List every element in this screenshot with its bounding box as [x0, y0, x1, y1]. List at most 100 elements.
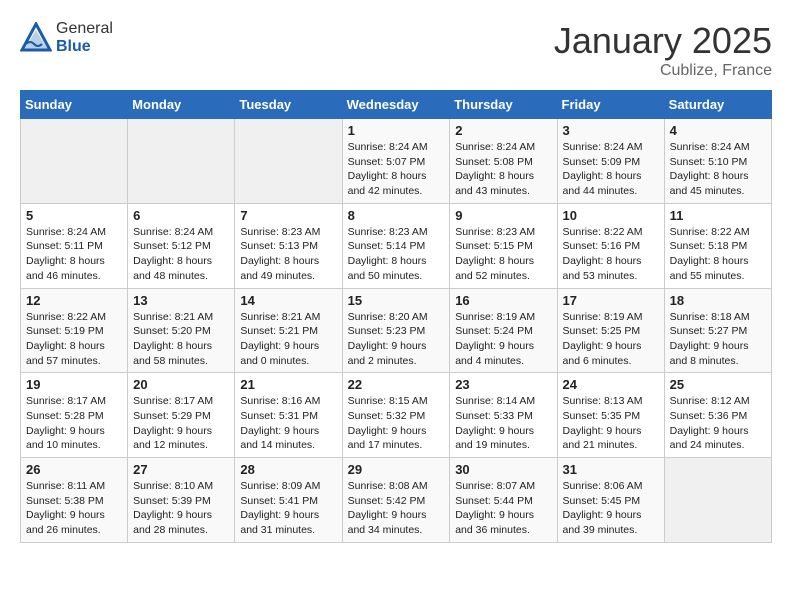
weekday-header-thursday: Thursday: [450, 91, 557, 119]
day-info: Sunrise: 8:07 AM Sunset: 5:44 PM Dayligh…: [455, 479, 551, 538]
day-number: 27: [133, 462, 229, 477]
day-number: 21: [240, 377, 336, 392]
day-info: Sunrise: 8:23 AM Sunset: 5:15 PM Dayligh…: [455, 225, 551, 284]
calendar-cell: [235, 119, 342, 204]
day-number: 31: [563, 462, 659, 477]
day-info: Sunrise: 8:14 AM Sunset: 5:33 PM Dayligh…: [455, 394, 551, 453]
day-number: 29: [348, 462, 445, 477]
calendar-header-row: SundayMondayTuesdayWednesdayThursdayFrid…: [21, 91, 772, 119]
day-number: 1: [348, 123, 445, 138]
calendar-cell: 28 Sunrise: 8:09 AM Sunset: 5:41 PM Dayli…: [235, 458, 342, 543]
day-number: 4: [670, 123, 766, 138]
day-number: 17: [563, 293, 659, 308]
day-info: Sunrise: 8:23 AM Sunset: 5:13 PM Dayligh…: [240, 225, 336, 284]
day-number: 7: [240, 208, 336, 223]
day-info: Sunrise: 8:18 AM Sunset: 5:27 PM Dayligh…: [670, 310, 766, 369]
day-number: 18: [670, 293, 766, 308]
day-info: Sunrise: 8:19 AM Sunset: 5:25 PM Dayligh…: [563, 310, 659, 369]
calendar-cell: 17 Sunrise: 8:19 AM Sunset: 5:25 PM Dayli…: [557, 288, 664, 373]
calendar-cell: 27 Sunrise: 8:10 AM Sunset: 5:39 PM Dayli…: [128, 458, 235, 543]
weekday-header-sunday: Sunday: [21, 91, 128, 119]
weekday-header-saturday: Saturday: [664, 91, 771, 119]
day-info: Sunrise: 8:23 AM Sunset: 5:14 PM Dayligh…: [348, 225, 445, 284]
month-title: January 2025: [554, 20, 772, 62]
calendar-cell: 19 Sunrise: 8:17 AM Sunset: 5:28 PM Dayli…: [21, 373, 128, 458]
day-info: Sunrise: 8:24 AM Sunset: 5:12 PM Dayligh…: [133, 225, 229, 284]
calendar-cell: 7 Sunrise: 8:23 AM Sunset: 5:13 PM Daylig…: [235, 203, 342, 288]
calendar-cell: 3 Sunrise: 8:24 AM Sunset: 5:09 PM Daylig…: [557, 119, 664, 204]
day-number: 13: [133, 293, 229, 308]
calendar-cell: 16 Sunrise: 8:19 AM Sunset: 5:24 PM Dayli…: [450, 288, 557, 373]
calendar-cell: 13 Sunrise: 8:21 AM Sunset: 5:20 PM Dayli…: [128, 288, 235, 373]
day-info: Sunrise: 8:16 AM Sunset: 5:31 PM Dayligh…: [240, 394, 336, 453]
calendar-cell: 25 Sunrise: 8:12 AM Sunset: 5:36 PM Dayli…: [664, 373, 771, 458]
calendar-cell: 20Sunrise: 8:17 AM Sunset: 5:29 PM Dayli…: [128, 373, 235, 458]
page-header: General Blue January 2025 Cublize, Franc…: [20, 20, 772, 80]
day-number: 10: [563, 208, 659, 223]
day-number: 8: [348, 208, 445, 223]
day-info: Sunrise: 8:24 AM Sunset: 5:08 PM Dayligh…: [455, 140, 551, 199]
calendar-week-2: 5 Sunrise: 8:24 AM Sunset: 5:11 PM Daylig…: [21, 203, 772, 288]
weekday-header-tuesday: Tuesday: [235, 91, 342, 119]
day-info: Sunrise: 8:21 AM Sunset: 5:20 PM Dayligh…: [133, 310, 229, 369]
logo: General Blue: [20, 20, 113, 56]
day-info: Sunrise: 8:12 AM Sunset: 5:36 PM Dayligh…: [670, 394, 766, 453]
day-info: Sunrise: 8:19 AM Sunset: 5:24 PM Dayligh…: [455, 310, 551, 369]
day-info: Sunrise: 8:24 AM Sunset: 5:07 PM Dayligh…: [348, 140, 445, 199]
day-number: 26: [26, 462, 122, 477]
logo-blue-text: Blue: [56, 38, 91, 55]
calendar-week-3: 12 Sunrise: 8:22 AM Sunset: 5:19 PM Dayli…: [21, 288, 772, 373]
calendar-cell: 2 Sunrise: 8:24 AM Sunset: 5:08 PM Daylig…: [450, 119, 557, 204]
calendar-cell: 26Sunrise: 8:11 AM Sunset: 5:38 PM Dayli…: [21, 458, 128, 543]
day-number: 30: [455, 462, 551, 477]
calendar-week-4: 19 Sunrise: 8:17 AM Sunset: 5:28 PM Dayli…: [21, 373, 772, 458]
day-info: Sunrise: 8:13 AM Sunset: 5:35 PM Dayligh…: [563, 394, 659, 453]
day-number: 6: [133, 208, 229, 223]
day-number: 2: [455, 123, 551, 138]
day-number: 5: [26, 208, 122, 223]
calendar-cell: 30 Sunrise: 8:07 AM Sunset: 5:44 PM Dayli…: [450, 458, 557, 543]
calendar-cell: 31Sunrise: 8:06 AM Sunset: 5:45 PM Dayli…: [557, 458, 664, 543]
calendar-cell: 15Sunrise: 8:20 AM Sunset: 5:23 PM Dayli…: [342, 288, 450, 373]
calendar-table: SundayMondayTuesdayWednesdayThursdayFrid…: [20, 90, 772, 543]
calendar-cell: 9 Sunrise: 8:23 AM Sunset: 5:15 PM Daylig…: [450, 203, 557, 288]
day-number: 16: [455, 293, 551, 308]
day-info: Sunrise: 8:21 AM Sunset: 5:21 PM Dayligh…: [240, 310, 336, 369]
location-title: Cublize, France: [554, 62, 772, 80]
calendar-cell: 4 Sunrise: 8:24 AM Sunset: 5:10 PM Daylig…: [664, 119, 771, 204]
calendar-cell: [21, 119, 128, 204]
day-info: Sunrise: 8:09 AM Sunset: 5:41 PM Dayligh…: [240, 479, 336, 538]
logo-icon: [20, 22, 52, 54]
day-number: 23: [455, 377, 551, 392]
day-number: 19: [26, 377, 122, 392]
day-number: 28: [240, 462, 336, 477]
day-number: 25: [670, 377, 766, 392]
calendar-week-5: 26Sunrise: 8:11 AM Sunset: 5:38 PM Dayli…: [21, 458, 772, 543]
day-number: 20: [133, 377, 229, 392]
calendar-week-1: 1 Sunrise: 8:24 AM Sunset: 5:07 PM Daylig…: [21, 119, 772, 204]
logo-general-text: General: [56, 20, 113, 37]
calendar-cell: [128, 119, 235, 204]
weekday-header-friday: Friday: [557, 91, 664, 119]
day-number: 3: [563, 123, 659, 138]
calendar-cell: 29Sunrise: 8:08 AM Sunset: 5:42 PM Dayli…: [342, 458, 450, 543]
day-info: Sunrise: 8:24 AM Sunset: 5:10 PM Dayligh…: [670, 140, 766, 199]
calendar-cell: [664, 458, 771, 543]
day-number: 12: [26, 293, 122, 308]
day-number: 11: [670, 208, 766, 223]
calendar-cell: 24Sunrise: 8:13 AM Sunset: 5:35 PM Dayli…: [557, 373, 664, 458]
day-info: Sunrise: 8:10 AM Sunset: 5:39 PM Dayligh…: [133, 479, 229, 538]
calendar-cell: 6 Sunrise: 8:24 AM Sunset: 5:12 PM Daylig…: [128, 203, 235, 288]
calendar-cell: 22Sunrise: 8:15 AM Sunset: 5:32 PM Dayli…: [342, 373, 450, 458]
day-number: 9: [455, 208, 551, 223]
calendar-cell: 10Sunrise: 8:22 AM Sunset: 5:16 PM Dayli…: [557, 203, 664, 288]
day-number: 14: [240, 293, 336, 308]
calendar-cell: 21 Sunrise: 8:16 AM Sunset: 5:31 PM Dayli…: [235, 373, 342, 458]
day-info: Sunrise: 8:15 AM Sunset: 5:32 PM Dayligh…: [348, 394, 445, 453]
day-info: Sunrise: 8:17 AM Sunset: 5:28 PM Dayligh…: [26, 394, 122, 453]
calendar-cell: 23 Sunrise: 8:14 AM Sunset: 5:33 PM Dayli…: [450, 373, 557, 458]
calendar-cell: 18 Sunrise: 8:18 AM Sunset: 5:27 PM Dayli…: [664, 288, 771, 373]
day-info: Sunrise: 8:24 AM Sunset: 5:09 PM Dayligh…: [563, 140, 659, 199]
day-info: Sunrise: 8:24 AM Sunset: 5:11 PM Dayligh…: [26, 225, 122, 284]
day-info: Sunrise: 8:22 AM Sunset: 5:19 PM Dayligh…: [26, 310, 122, 369]
